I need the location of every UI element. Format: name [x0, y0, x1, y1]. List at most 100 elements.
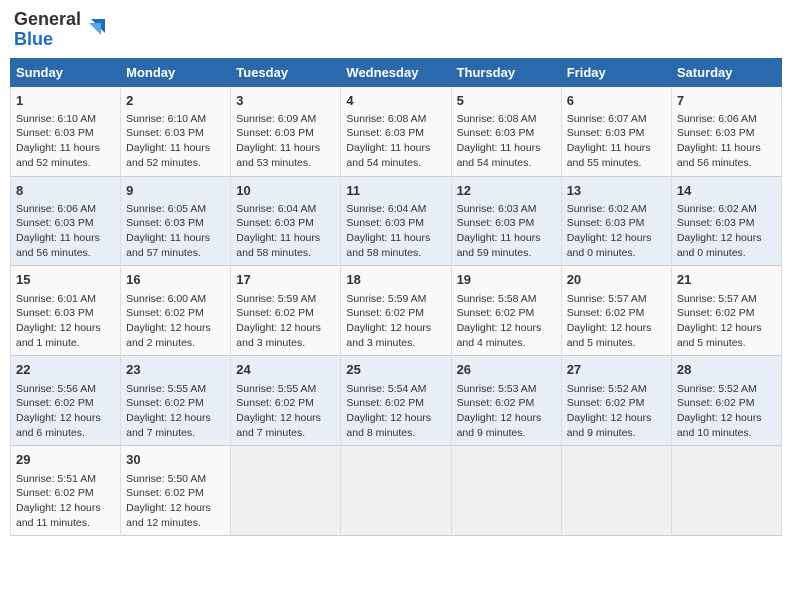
logo-general: General	[14, 9, 81, 29]
day-number: 6	[567, 92, 666, 110]
day-number: 21	[677, 271, 776, 289]
calendar-cell: 26 Sunrise: 5:53 AM Sunset: 6:02 PM Dayli…	[451, 356, 561, 446]
calendar-cell: 8 Sunrise: 6:06 AM Sunset: 6:03 PM Daylig…	[11, 176, 121, 266]
day-info: Sunrise: 6:06 AM Sunset: 6:03 PM Dayligh…	[677, 112, 776, 171]
day-info: Sunrise: 5:56 AM Sunset: 6:02 PM Dayligh…	[16, 382, 115, 441]
day-info: Sunrise: 5:59 AM Sunset: 6:02 PM Dayligh…	[236, 292, 335, 351]
day-number: 13	[567, 182, 666, 200]
calendar-cell: 30 Sunrise: 5:50 AM Sunset: 6:02 PM Dayli…	[121, 446, 231, 536]
week-row-1: 1 Sunrise: 6:10 AM Sunset: 6:03 PM Daylig…	[11, 86, 782, 176]
day-number: 17	[236, 271, 335, 289]
calendar-cell: 24Sunrise: 5:55 AM Sunset: 6:02 PM Dayli…	[231, 356, 341, 446]
calendar-cell: 3 Sunrise: 6:09 AM Sunset: 6:03 PM Daylig…	[231, 86, 341, 176]
calendar-cell: 13 Sunrise: 6:02 AM Sunset: 6:03 PM Dayli…	[561, 176, 671, 266]
day-number: 20	[567, 271, 666, 289]
logo-blue: Blue	[14, 29, 53, 49]
day-number: 4	[346, 92, 445, 110]
day-number: 29	[16, 451, 115, 469]
day-number: 3	[236, 92, 335, 110]
day-number: 5	[457, 92, 556, 110]
calendar-cell	[231, 446, 341, 536]
day-info: Sunrise: 5:57 AM Sunset: 6:02 PM Dayligh…	[677, 292, 776, 351]
day-number: 14	[677, 182, 776, 200]
calendar-cell: 7 Sunrise: 6:06 AM Sunset: 6:03 PM Daylig…	[671, 86, 781, 176]
day-number: 24	[236, 361, 335, 379]
calendar-cell: 23Sunrise: 5:55 AM Sunset: 6:02 PM Dayli…	[121, 356, 231, 446]
day-info: Sunrise: 5:51 AM Sunset: 6:02 PM Dayligh…	[16, 472, 115, 531]
day-number: 19	[457, 271, 556, 289]
calendar-cell: 9 Sunrise: 6:05 AM Sunset: 6:03 PM Daylig…	[121, 176, 231, 266]
calendar-cell	[451, 446, 561, 536]
day-info: Sunrise: 6:02 AM Sunset: 6:03 PM Dayligh…	[567, 202, 666, 261]
col-header-monday: Monday	[121, 58, 231, 86]
day-number: 2	[126, 92, 225, 110]
col-header-wednesday: Wednesday	[341, 58, 451, 86]
day-number: 11	[346, 182, 445, 200]
day-info: Sunrise: 6:07 AM Sunset: 6:03 PM Dayligh…	[567, 112, 666, 171]
calendar-cell: 2 Sunrise: 6:10 AM Sunset: 6:03 PM Daylig…	[121, 86, 231, 176]
day-number: 23	[126, 361, 225, 379]
calendar-cell: 20Sunrise: 5:57 AM Sunset: 6:02 PM Dayli…	[561, 266, 671, 356]
calendar-cell: 29 Sunrise: 5:51 AM Sunset: 6:02 PM Dayli…	[11, 446, 121, 536]
day-info: Sunrise: 5:52 AM Sunset: 6:02 PM Dayligh…	[677, 382, 776, 441]
calendar-cell: 28 Sunrise: 5:52 AM Sunset: 6:02 PM Dayli…	[671, 356, 781, 446]
day-info: Sunrise: 6:01 AM Sunset: 6:03 PM Dayligh…	[16, 292, 115, 351]
col-header-friday: Friday	[561, 58, 671, 86]
day-info: Sunrise: 6:00 AM Sunset: 6:02 PM Dayligh…	[126, 292, 225, 351]
day-info: Sunrise: 5:59 AM Sunset: 6:02 PM Dayligh…	[346, 292, 445, 351]
day-number: 30	[126, 451, 225, 469]
day-info: Sunrise: 6:08 AM Sunset: 6:03 PM Dayligh…	[457, 112, 556, 171]
day-info: Sunrise: 6:02 AM Sunset: 6:03 PM Dayligh…	[677, 202, 776, 261]
calendar-cell: 15 Sunrise: 6:01 AM Sunset: 6:03 PM Dayli…	[11, 266, 121, 356]
calendar-cell	[561, 446, 671, 536]
calendar-cell: 11 Sunrise: 6:04 AM Sunset: 6:03 PM Dayli…	[341, 176, 451, 266]
day-number: 12	[457, 182, 556, 200]
calendar-cell: 19Sunrise: 5:58 AM Sunset: 6:02 PM Dayli…	[451, 266, 561, 356]
calendar-cell: 6 Sunrise: 6:07 AM Sunset: 6:03 PM Daylig…	[561, 86, 671, 176]
day-number: 7	[677, 92, 776, 110]
calendar-cell: 25Sunrise: 5:54 AM Sunset: 6:02 PM Dayli…	[341, 356, 451, 446]
day-number: 28	[677, 361, 776, 379]
day-number: 10	[236, 182, 335, 200]
logo-text: General Blue	[14, 10, 81, 50]
day-number: 16	[126, 271, 225, 289]
calendar-table: SundayMondayTuesdayWednesdayThursdayFrid…	[10, 58, 782, 537]
day-number: 8	[16, 182, 115, 200]
calendar-cell: 10 Sunrise: 6:04 AM Sunset: 6:03 PM Dayli…	[231, 176, 341, 266]
day-info: Sunrise: 6:08 AM Sunset: 6:03 PM Dayligh…	[346, 112, 445, 171]
week-row-3: 15 Sunrise: 6:01 AM Sunset: 6:03 PM Dayli…	[11, 266, 782, 356]
day-info: Sunrise: 6:05 AM Sunset: 6:03 PM Dayligh…	[126, 202, 225, 261]
col-header-thursday: Thursday	[451, 58, 561, 86]
col-header-saturday: Saturday	[671, 58, 781, 86]
day-info: Sunrise: 6:10 AM Sunset: 6:03 PM Dayligh…	[16, 112, 115, 171]
day-info: Sunrise: 6:10 AM Sunset: 6:03 PM Dayligh…	[126, 112, 225, 171]
day-info: Sunrise: 6:06 AM Sunset: 6:03 PM Dayligh…	[16, 202, 115, 261]
calendar-cell: 27Sunrise: 5:52 AM Sunset: 6:02 PM Dayli…	[561, 356, 671, 446]
col-header-sunday: Sunday	[11, 58, 121, 86]
calendar-cell: 1 Sunrise: 6:10 AM Sunset: 6:03 PM Daylig…	[11, 86, 121, 176]
day-number: 27	[567, 361, 666, 379]
day-number: 9	[126, 182, 225, 200]
week-row-2: 8 Sunrise: 6:06 AM Sunset: 6:03 PM Daylig…	[11, 176, 782, 266]
calendar-cell: 12 Sunrise: 6:03 AM Sunset: 6:03 PM Dayli…	[451, 176, 561, 266]
calendar-cell	[341, 446, 451, 536]
day-number: 1	[16, 92, 115, 110]
day-info: Sunrise: 6:04 AM Sunset: 6:03 PM Dayligh…	[346, 202, 445, 261]
column-headers: SundayMondayTuesdayWednesdayThursdayFrid…	[11, 58, 782, 86]
calendar-cell: 21 Sunrise: 5:57 AM Sunset: 6:02 PM Dayli…	[671, 266, 781, 356]
day-info: Sunrise: 5:50 AM Sunset: 6:02 PM Dayligh…	[126, 472, 225, 531]
day-number: 26	[457, 361, 556, 379]
calendar-cell	[671, 446, 781, 536]
calendar-cell: 16 Sunrise: 6:00 AM Sunset: 6:02 PM Dayli…	[121, 266, 231, 356]
week-row-5: 29 Sunrise: 5:51 AM Sunset: 6:02 PM Dayli…	[11, 446, 782, 536]
day-info: Sunrise: 6:03 AM Sunset: 6:03 PM Dayligh…	[457, 202, 556, 261]
day-number: 15	[16, 271, 115, 289]
page-header: General Blue	[10, 10, 782, 50]
day-info: Sunrise: 6:04 AM Sunset: 6:03 PM Dayligh…	[236, 202, 335, 261]
week-row-4: 22Sunrise: 5:56 AM Sunset: 6:02 PM Dayli…	[11, 356, 782, 446]
calendar-cell: 17 Sunrise: 5:59 AM Sunset: 6:02 PM Dayli…	[231, 266, 341, 356]
day-info: Sunrise: 6:09 AM Sunset: 6:03 PM Dayligh…	[236, 112, 335, 171]
calendar-cell: 18 Sunrise: 5:59 AM Sunset: 6:02 PM Dayli…	[341, 266, 451, 356]
day-number: 18	[346, 271, 445, 289]
day-info: Sunrise: 5:53 AM Sunset: 6:02 PM Dayligh…	[457, 382, 556, 441]
